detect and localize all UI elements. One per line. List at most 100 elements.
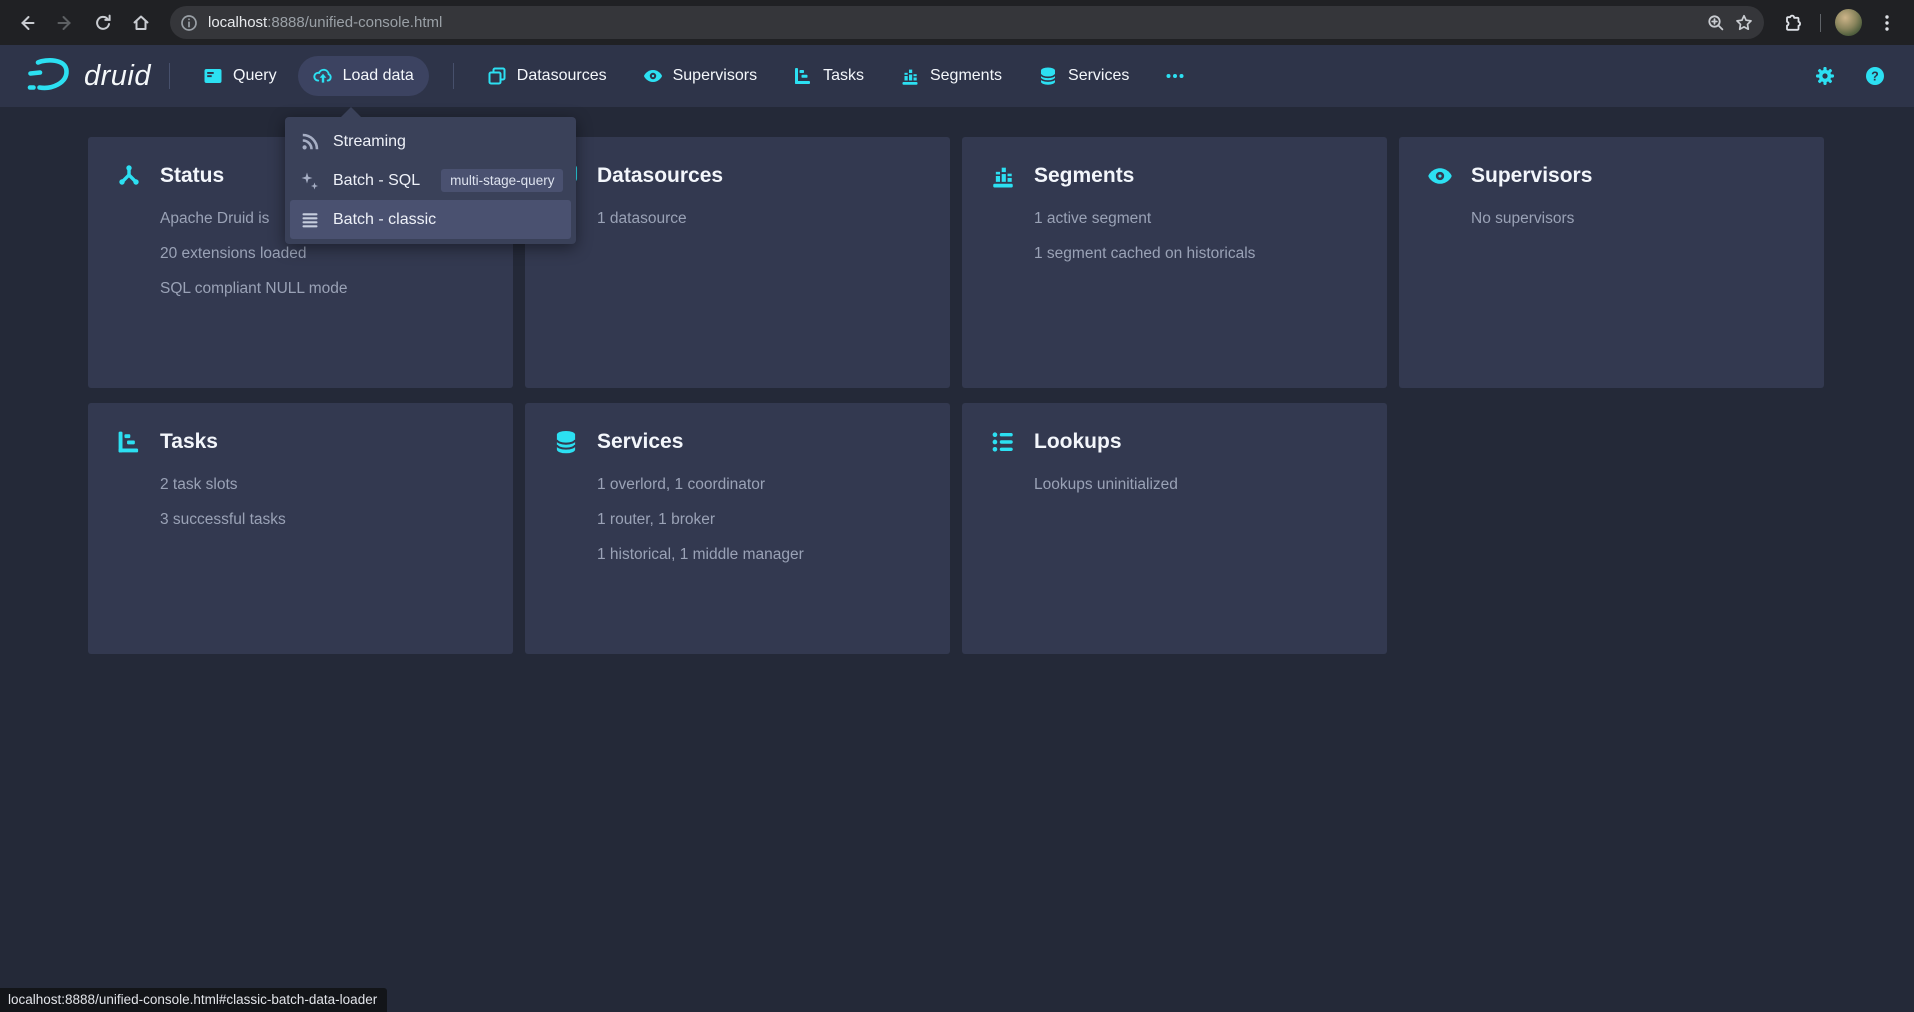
nav-item-load-data[interactable]: Load data (298, 56, 429, 96)
zoom-icon (1706, 13, 1726, 33)
browser-menu-button[interactable] (1870, 6, 1904, 40)
lookups-card-title[interactable]: Lookups (1034, 430, 1122, 454)
status-card-title[interactable]: Status (160, 164, 224, 188)
url-text: localhost:8888/unified-console.html (208, 14, 442, 31)
url-path: :8888/unified-console.html (267, 14, 442, 31)
back-button[interactable] (10, 6, 44, 40)
nav-item-label: Services (1068, 67, 1129, 85)
nav-divider (169, 63, 170, 89)
profile-avatar[interactable] (1835, 9, 1862, 36)
bookmark-button[interactable] (1730, 9, 1758, 37)
url-bar[interactable]: localhost:8888/unified-console.html (170, 6, 1764, 39)
nav-item-label: Load data (343, 67, 414, 85)
load-data-menu: Streaming Batch - SQL multi-stage-query … (285, 117, 576, 244)
druid-brand[interactable]: druid (26, 56, 151, 96)
help-icon: ? (1865, 66, 1885, 86)
menu-item-label: Batch - SQL (333, 172, 420, 190)
bar-chart-icon (990, 163, 1016, 189)
segments-card: Segments 1 active segment 1 segment cach… (962, 137, 1387, 388)
nav-item-label: Tasks (823, 67, 864, 85)
menu-item-batch-sql[interactable]: Batch - SQL multi-stage-query (290, 161, 571, 200)
gantt-icon (793, 66, 813, 86)
services-line: 1 router, 1 broker (597, 502, 922, 537)
kebab-menu-icon (1877, 13, 1897, 33)
database-icon (1038, 66, 1058, 86)
cluster-icon (116, 163, 142, 189)
tasks-line: 2 task slots (160, 467, 485, 502)
query-icon (203, 66, 223, 86)
database-icon (553, 429, 579, 455)
back-icon (17, 13, 37, 33)
supervisors-line: No supervisors (1471, 201, 1796, 236)
nav-item-supervisors[interactable]: Supervisors (628, 56, 772, 96)
nav-item-label: Query (233, 67, 277, 85)
stack-icon (487, 66, 507, 86)
services-line: 1 overlord, 1 coordinator (597, 467, 922, 502)
menu-item-batch-classic[interactable]: Batch - classic (290, 200, 571, 239)
nav-item-label: Supervisors (673, 67, 757, 85)
feed-icon (300, 132, 320, 152)
home-button[interactable] (124, 6, 158, 40)
services-card: Services 1 overlord, 1 coordinator 1 rou… (525, 403, 950, 654)
eye-icon (643, 66, 663, 86)
gantt-icon (116, 429, 142, 455)
nav-item-label: Datasources (517, 67, 607, 85)
toolbar-divider (1820, 14, 1821, 32)
nav-item-services[interactable]: Services (1023, 56, 1144, 96)
lookups-card: Lookups Lookups uninitialized (962, 403, 1387, 654)
tasks-line: 3 successful tasks (160, 502, 485, 537)
menu-item-label: Batch - classic (333, 211, 436, 229)
nav-item-tasks[interactable]: Tasks (778, 56, 879, 96)
nav-divider (453, 63, 454, 89)
segments-line: 1 segment cached on historicals (1034, 236, 1359, 271)
brand-wordmark: druid (84, 60, 151, 93)
lookups-line: Lookups uninitialized (1034, 467, 1359, 502)
sparkles-icon (300, 171, 320, 191)
segments-line: 1 active segment (1034, 201, 1359, 236)
services-line: 1 historical, 1 middle manager (597, 537, 922, 572)
home-icon (131, 13, 151, 33)
datasources-line: 1 datasource (597, 201, 922, 236)
nav-item-segments[interactable]: Segments (885, 56, 1017, 96)
segments-card-title[interactable]: Segments (1034, 164, 1134, 188)
properties-icon (990, 429, 1016, 455)
puzzle-icon (1783, 13, 1803, 33)
druid-navbar: druid Query Load data Datasources Superv… (0, 45, 1914, 107)
gear-icon (1815, 66, 1835, 86)
datasources-card-title[interactable]: Datasources (597, 164, 723, 188)
menu-item-label: Streaming (333, 133, 406, 151)
menu-item-streaming[interactable]: Streaming (290, 122, 571, 161)
tasks-card: Tasks 2 task slots 3 successful tasks (88, 403, 513, 654)
tasks-card-title[interactable]: Tasks (160, 430, 218, 454)
reload-button[interactable] (86, 6, 120, 40)
cloud-upload-icon (313, 66, 333, 86)
extensions-button[interactable] (1776, 6, 1810, 40)
datasources-card: Datasources 1 datasource (525, 137, 950, 388)
forward-button[interactable] (48, 6, 82, 40)
supervisors-card: Supervisors No supervisors (1399, 137, 1824, 388)
zoom-button[interactable] (1702, 9, 1730, 37)
site-info-button[interactable] (175, 9, 203, 37)
bar-chart-icon (900, 66, 920, 86)
list-icon (300, 210, 320, 230)
forward-icon (55, 13, 75, 33)
services-card-title[interactable]: Services (597, 430, 683, 454)
nav-more-button[interactable] (1150, 56, 1200, 96)
settings-button[interactable] (1812, 63, 1838, 89)
nav-item-datasources[interactable]: Datasources (472, 56, 622, 96)
popover-caret (341, 107, 361, 117)
druid-logo-icon (26, 56, 74, 96)
nav-item-label: Segments (930, 67, 1002, 85)
eye-icon (1427, 163, 1453, 189)
help-button[interactable]: ? (1862, 63, 1888, 89)
msq-badge: multi-stage-query (441, 169, 563, 192)
more-icon (1165, 66, 1185, 86)
link-preview-statusbar: localhost:8888/unified-console.html#clas… (0, 988, 387, 1012)
svg-text:?: ? (1871, 69, 1879, 83)
status-line: SQL compliant NULL mode (160, 271, 485, 306)
star-icon (1734, 13, 1754, 33)
supervisors-card-title[interactable]: Supervisors (1471, 164, 1592, 188)
nav-item-query[interactable]: Query (188, 56, 292, 96)
browser-toolbar: localhost:8888/unified-console.html (0, 0, 1914, 45)
info-icon (179, 13, 199, 33)
